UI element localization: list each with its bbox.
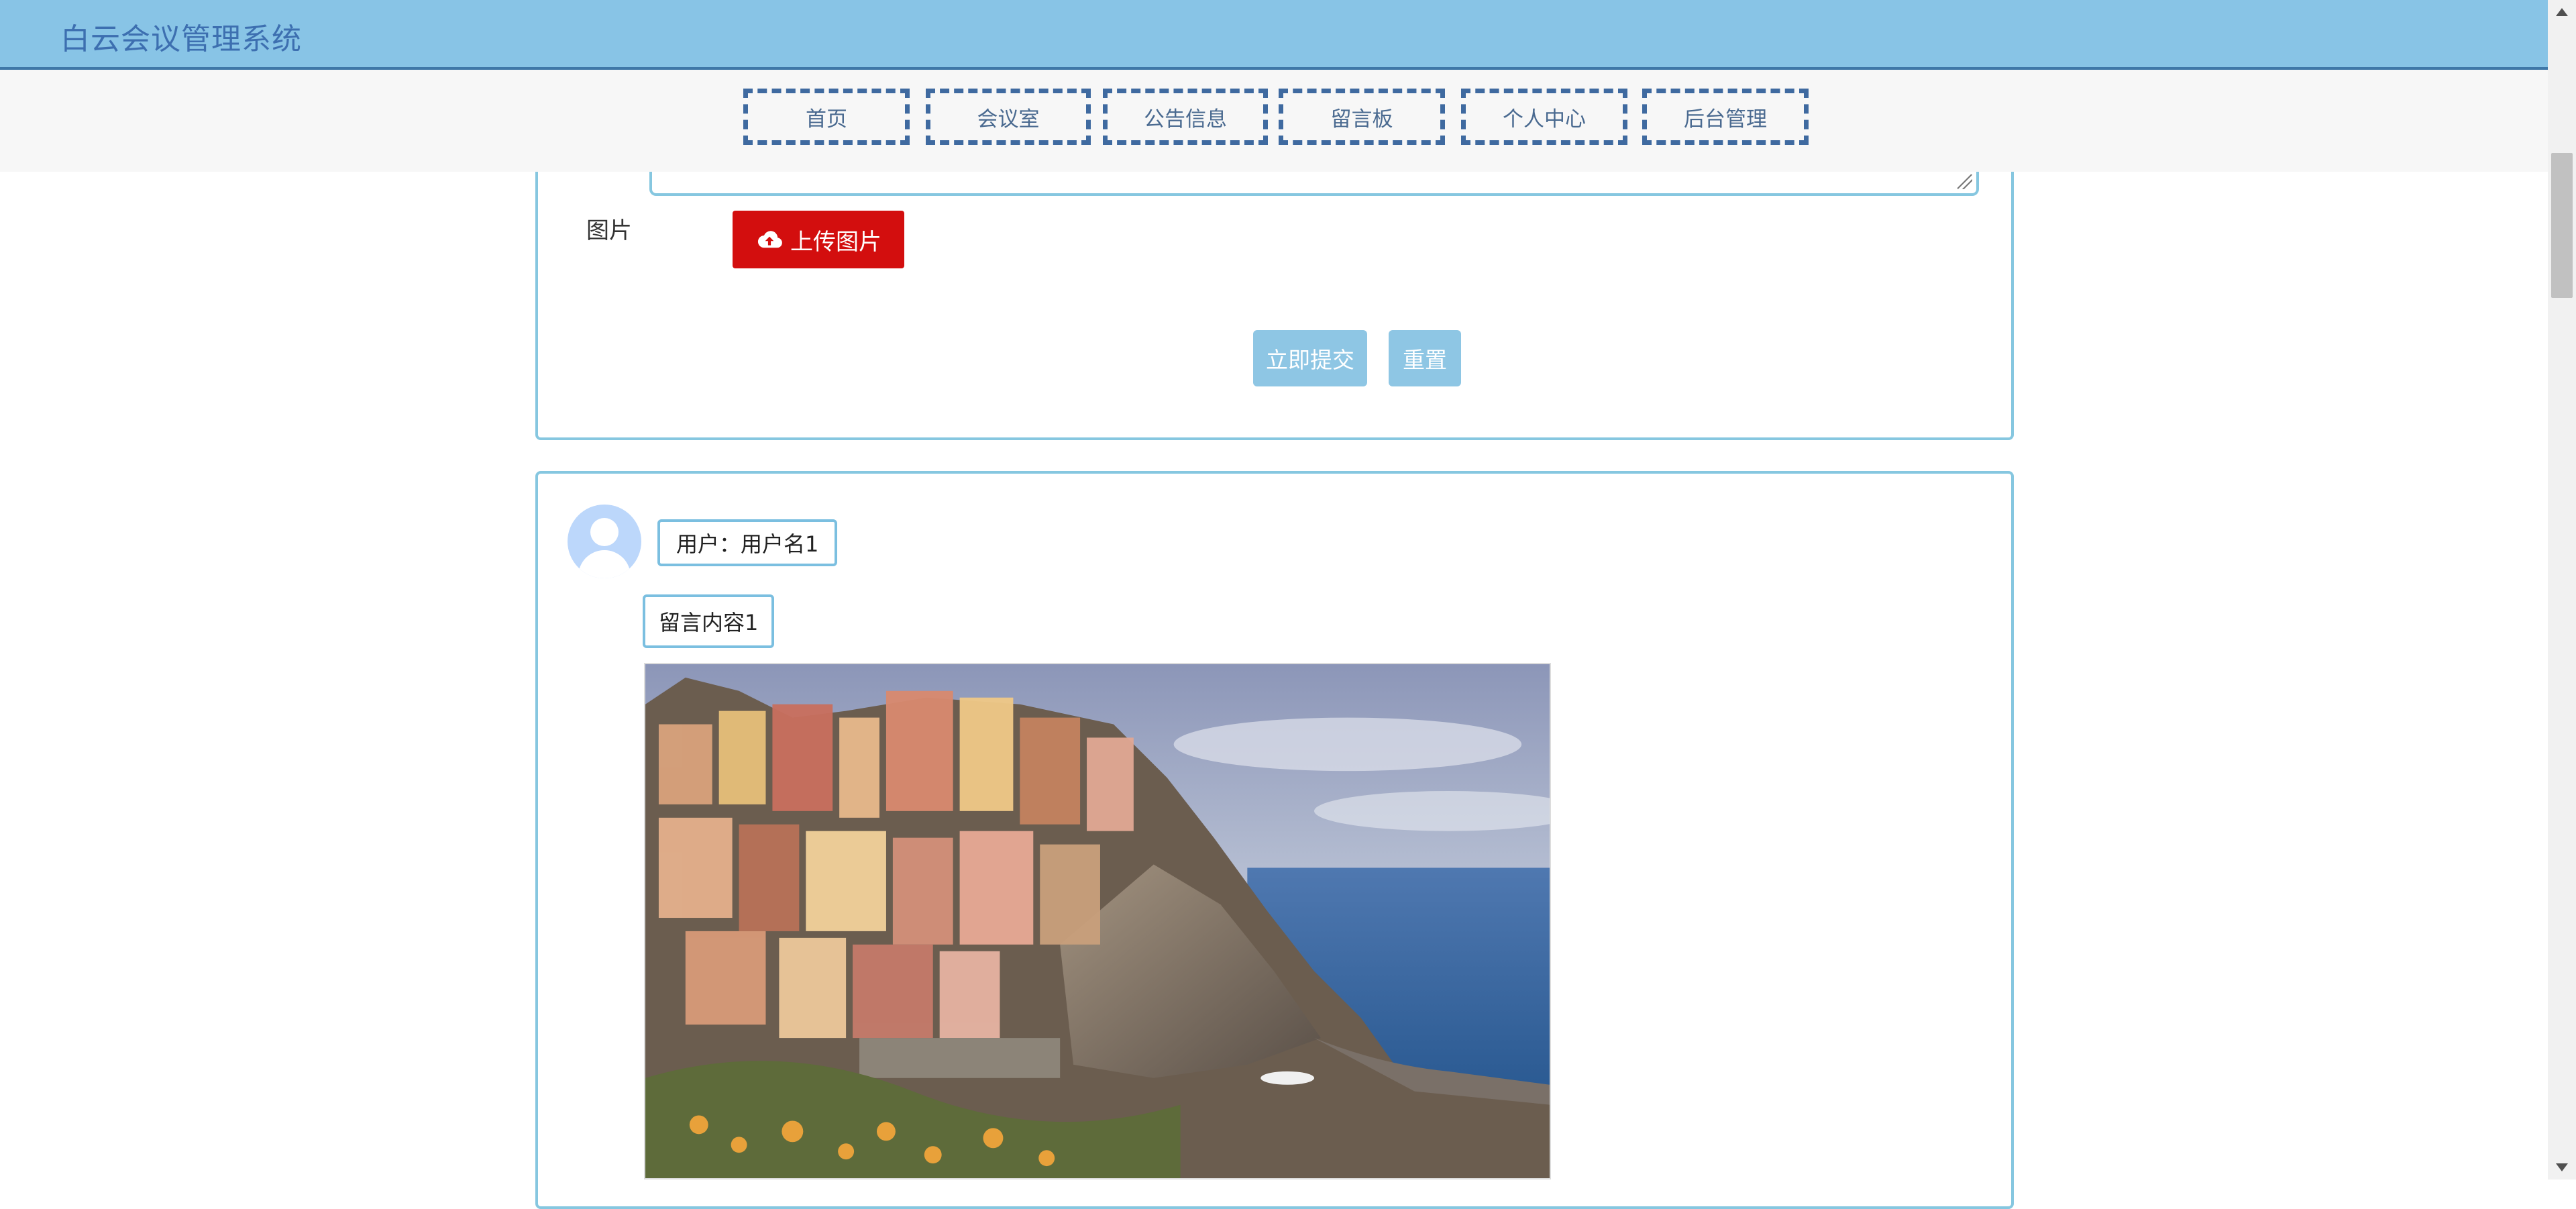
- submit-button[interactable]: 立即提交: [1253, 330, 1367, 386]
- nav-item-meeting-room[interactable]: 会议室: [926, 89, 1091, 145]
- resize-grip-icon[interactable]: [1957, 174, 1972, 189]
- nav-item-notice[interactable]: 公告信息: [1103, 89, 1268, 145]
- nav-bar: 首页 会议室 公告信息 留言板 个人中心 后台管理: [0, 70, 2548, 172]
- nav-item-home[interactable]: 首页: [743, 89, 910, 145]
- app-title: 白云会议管理系统: [60, 22, 302, 56]
- image-label: 图片: [586, 217, 632, 244]
- scroll-down-icon[interactable]: [2556, 1163, 2568, 1171]
- upload-image-label: 上传图片: [790, 228, 881, 256]
- message-user-name: 用户：用户名1: [657, 519, 838, 566]
- header-bar: 白云会议管理系统: [0, 0, 2548, 70]
- upload-image-button[interactable]: 上传图片: [733, 211, 904, 268]
- cloud-upload-icon: [757, 231, 782, 248]
- nav-item-personal-center[interactable]: 个人中心: [1461, 89, 1627, 145]
- reset-button[interactable]: 重置: [1389, 330, 1461, 386]
- user-avatar-icon: [568, 505, 641, 578]
- page-scrollbar[interactable]: [2548, 0, 2576, 1179]
- nav-item-message-board[interactable]: 留言板: [1279, 89, 1445, 145]
- message-image: [644, 663, 1551, 1179]
- message-content: 留言内容1: [643, 594, 775, 648]
- scroll-up-icon[interactable]: [2556, 8, 2568, 16]
- scroll-thumb[interactable]: [2551, 153, 2573, 298]
- nav-item-admin[interactable]: 后台管理: [1642, 89, 1809, 145]
